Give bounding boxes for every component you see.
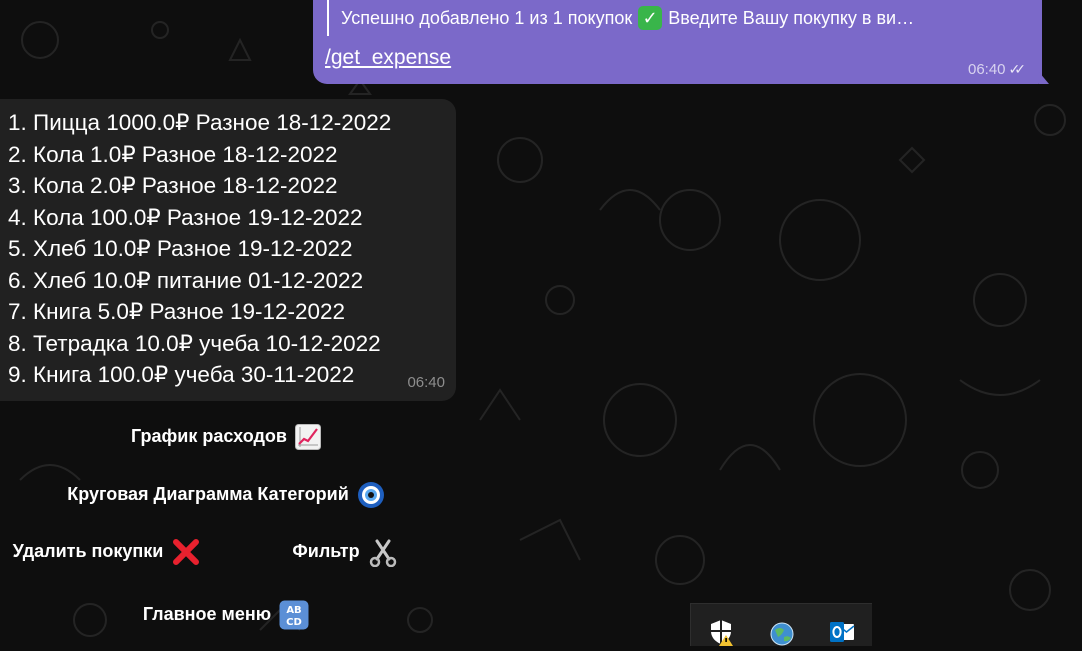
expense-line: 6. Хлеб 10.0₽ питание 01-12-2022	[8, 267, 364, 293]
taskbar-tray	[690, 603, 872, 646]
expense-line: 8. Тетрадка 10.0₽ учеба 10-12-2022	[8, 330, 381, 356]
button-label: Круговая Диаграмма Категорий	[67, 484, 349, 504]
shield-warning-icon[interactable]	[709, 618, 735, 646]
outgoing-message: Успешно добавлено 1 из 1 покупок ✓ Введи…	[313, 0, 1049, 84]
command-link[interactable]: /get_expense	[325, 46, 451, 70]
scissors-icon	[368, 537, 398, 567]
incoming-message: 1. Пицца 1000.0₽ Разное 18-12-2022 2. Кол…	[0, 99, 456, 401]
double-check-icon: ✓✓	[1008, 61, 1027, 77]
filter-button[interactable]: Фильтр	[238, 524, 452, 579]
expense-line: 3. Кола 2.0₽ Разное 18-12-2022	[8, 173, 338, 198]
button-label: Удалить покупки	[12, 541, 164, 561]
nazar-amulet-icon	[357, 481, 385, 509]
category-pie-button[interactable]: Круговая Диаграмма Категорий	[0, 467, 452, 522]
expense-line: 7. Книга 5.0₽ Разное 19-12-2022	[8, 299, 346, 324]
bubble-tail	[1039, 72, 1049, 84]
svg-text:AB: AB	[286, 605, 301, 616]
button-label: Фильтр	[292, 541, 360, 561]
main-menu-button[interactable]: Главное меню AB CD	[0, 587, 452, 642]
message-meta: 06:40 ✓✓	[968, 61, 1026, 78]
expense-chart-button[interactable]: График расходов	[0, 409, 452, 464]
reply-text: Успешно добавлено 1 из 1 покупок	[341, 7, 633, 28]
check-mark-icon: ✓	[638, 6, 663, 30]
message-time: 06:40	[407, 374, 445, 391]
svg-text:CD: CD	[286, 617, 302, 628]
expense-line: 4. Кола 100.0₽ Разное 19-12-2022	[8, 204, 363, 230]
reply-text-tail: Введите Вашу покупку в ви…	[668, 7, 915, 28]
message-time: 06:40	[967, 61, 1006, 78]
expense-list: 1. Пицца 1000.0₽ Разное 18-12-2022 2. Кол…	[8, 107, 456, 391]
globe-icon[interactable]	[769, 618, 795, 646]
button-label: График расходов	[131, 426, 287, 446]
expense-line: 2. Кола 1.0₽ Разное 18-12-2022	[8, 141, 338, 167]
delete-purchases-button[interactable]: Удалить покупки	[0, 524, 214, 579]
expense-line: 1. Пицца 1000.0₽ Разное 18-12-2022	[8, 110, 392, 135]
chart-increasing-icon	[294, 423, 321, 450]
reply-preview[interactable]: Успешно добавлено 1 из 1 покупок ✓ Введи…	[327, 0, 1017, 36]
outlook-icon[interactable]	[829, 618, 855, 646]
abcd-input-icon: AB CD	[279, 600, 309, 630]
button-label: Главное меню	[142, 604, 272, 624]
expense-line: 9. Книга 100.0₽ учеба 30-11-2022	[8, 362, 355, 387]
expense-line: 5. Хлеб 10.0₽ Разное 19-12-2022	[8, 236, 353, 261]
cross-mark-icon	[171, 537, 201, 567]
